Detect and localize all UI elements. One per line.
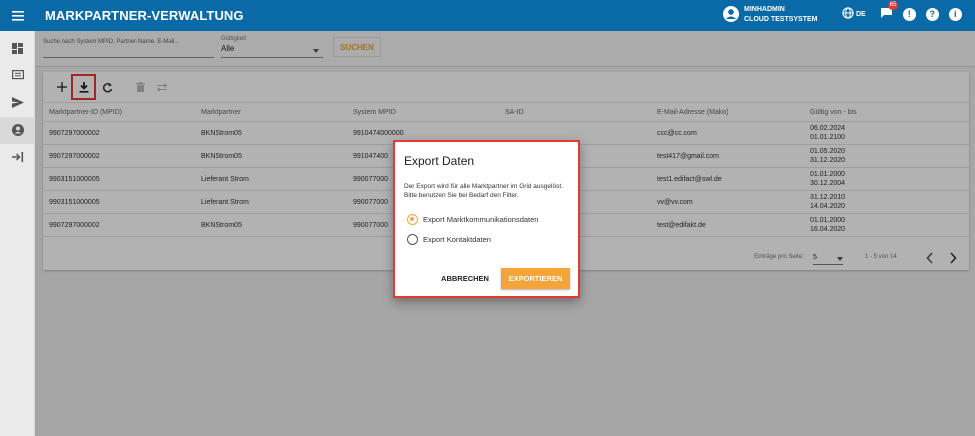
user-name: MINHADMIN bbox=[744, 6, 785, 13]
radio-option-marktkommunikation[interactable]: Export Marktkommunikationsdaten bbox=[407, 214, 538, 225]
help-icon[interactable]: ? bbox=[925, 7, 939, 21]
account-circle-icon bbox=[723, 6, 739, 24]
radio-label: Export Marktkommunikationsdaten bbox=[423, 215, 539, 224]
language-selector[interactable]: DE bbox=[856, 11, 866, 18]
sidebar-item-send[interactable] bbox=[0, 90, 35, 117]
system-name: CLOUD TESTSYSTEM bbox=[744, 16, 818, 23]
message-list-icon bbox=[11, 70, 24, 83]
sidebar-item-dashboard[interactable] bbox=[0, 36, 35, 63]
globe-icon[interactable] bbox=[842, 7, 854, 21]
radio-selected-icon[interactable] bbox=[407, 214, 418, 225]
notifications-button[interactable]: 65 bbox=[880, 1, 899, 21]
info-alert-icon[interactable]: ! bbox=[902, 7, 916, 21]
app-header: MARKPARTNER-VERWALTUNG MINHADMIN CLOUD T… bbox=[0, 0, 975, 31]
dialog-description: Der Export wird für alle Marktpartner im… bbox=[404, 183, 563, 199]
user-menu[interactable]: MINHADMIN CLOUD TESTSYSTEM bbox=[723, 5, 818, 25]
sidebar-item-messages[interactable] bbox=[0, 63, 35, 90]
send-icon bbox=[11, 97, 24, 110]
logout-icon bbox=[11, 151, 24, 164]
notification-badge: 65 bbox=[887, 1, 899, 10]
dashboard-icon bbox=[12, 43, 23, 56]
radio-label: Export Kontaktdaten bbox=[423, 235, 491, 244]
radio-option-kontaktdaten[interactable]: Export Kontaktdaten bbox=[407, 234, 491, 245]
dialog-title: Export Daten bbox=[404, 154, 475, 168]
cancel-button[interactable]: ABBRECHEN bbox=[439, 268, 491, 288]
hamburger-menu-icon[interactable] bbox=[0, 0, 35, 31]
export-button[interactable]: EXPORTIEREN bbox=[501, 268, 570, 289]
sidebar bbox=[0, 31, 35, 436]
export-dialog: Export Daten Der Export wird für alle Ma… bbox=[393, 140, 580, 298]
info-icon[interactable]: i bbox=[948, 7, 962, 21]
account-icon bbox=[11, 123, 24, 138]
chat-icon bbox=[880, 8, 893, 21]
sidebar-item-account[interactable] bbox=[0, 117, 35, 144]
page-title: MARKPARTNER-VERWALTUNG bbox=[45, 8, 244, 23]
radio-unselected-icon[interactable] bbox=[407, 234, 418, 245]
sidebar-item-logout[interactable] bbox=[0, 144, 35, 171]
